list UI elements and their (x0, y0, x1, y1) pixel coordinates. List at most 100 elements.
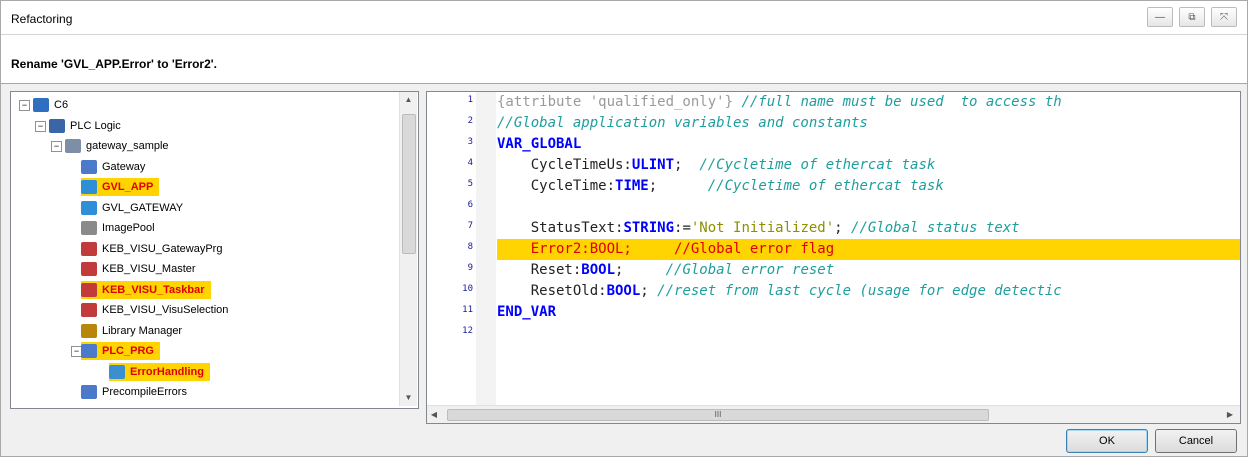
code-token: 'Not Initialized' (690, 220, 835, 236)
code-token: ; (834, 220, 852, 236)
rename-header: Rename 'GVL_APP.Error' to 'Error2'. (1, 34, 1247, 84)
project-tree[interactable]: − C6− PLC Logic − gateway_sample Gateway GVL_A… (10, 91, 419, 409)
tree-vertical-scrollbar[interactable]: ▲ ▼ (399, 92, 417, 406)
tree-item-label: PLC_PRG (102, 345, 154, 357)
code-token: //Cycletime of ethercat task (707, 178, 944, 194)
code-preview: 1 2 3 4 5 6 7 8 9 10 11 12 {attribute 'qualified_on… (426, 91, 1241, 424)
tree-item-label: PLC Logic (70, 119, 121, 132)
code-token: := (674, 220, 691, 236)
rename-message: Rename 'GVL_APP.Error' to 'Error2'. (11, 57, 217, 71)
line-number: 7 (467, 221, 473, 231)
plc-device-icon (33, 98, 49, 112)
tree-item[interactable]: PLC Logic (49, 117, 121, 135)
application-gear-icon (65, 139, 81, 153)
global-variable-list-icon (81, 200, 97, 215)
tree-item-label: gateway_sample (86, 140, 169, 152)
tree-item-label: PrecompileErrors (102, 386, 187, 398)
plc-logic-icon (49, 118, 65, 133)
tree-item[interactable]: GVL_GATEWAY (81, 199, 183, 217)
line-number: 4 (467, 158, 473, 168)
code-line: END_VAR (497, 302, 1240, 323)
tree-item-label: KEB_VISU_GatewayPrg (102, 242, 223, 255)
visualization-icon (81, 282, 97, 297)
tree-item[interactable]: KEB_VISU_VisuSelection (81, 301, 228, 319)
restore-button[interactable]: ⧉ (1179, 7, 1205, 27)
title-bar: Refactoring — ⧉ ⤧ (1, 1, 1247, 34)
visualization-icon (81, 262, 97, 276)
cancel-button[interactable]: Cancel (1155, 429, 1237, 453)
line-number-gutter: 1 2 3 4 5 6 7 8 9 10 11 12 (427, 92, 473, 405)
code-line: ResetOld:BOOL; //reset from last cycle (… (497, 281, 1240, 302)
visualization-icon (81, 303, 97, 317)
minimize-button[interactable]: — (1147, 7, 1173, 27)
code-token: //Global status text (851, 220, 1020, 236)
code-line: Error2:BOOL; //Global error flag (497, 239, 1240, 260)
code-scroll-thumb[interactable]: III (447, 409, 989, 421)
code-token: ResetOld: (497, 283, 607, 299)
tree-item[interactable]: KEB_VISU_Master (81, 260, 196, 278)
tree-item[interactable]: Gateway (81, 158, 145, 176)
window-controls: — ⧉ ⤧ (1147, 7, 1237, 27)
code-token: CycleTimeUs: (497, 157, 632, 173)
code-token: Reset: (497, 262, 582, 278)
tree-item-label: KEB_VISU_VisuSelection (102, 304, 229, 316)
code-token: BOOL (581, 262, 616, 278)
line-number: 10 (462, 284, 473, 294)
action-icon (109, 364, 125, 379)
code-line: {attribute 'qualified_only'} //full name… (497, 92, 1240, 113)
library-manager-icon (81, 323, 97, 338)
pou-program-icon (81, 344, 97, 358)
code-token: //Global application variables and const… (497, 115, 868, 131)
code-line: Reset:BOOL; //Global error reset (497, 260, 1240, 281)
line-number: 6 (467, 200, 473, 210)
code-line: CycleTimeUs:ULINT; //Cycletime of etherc… (497, 155, 1240, 176)
line-number: 2 (467, 116, 473, 126)
code-token: //full name must be used to access th (741, 94, 1062, 110)
tree-item[interactable]: GVL_APP (81, 178, 160, 196)
scroll-down-arrow-icon[interactable]: ▼ (400, 390, 417, 406)
tree-item[interactable]: KEB_VISU_GatewayPrg (81, 240, 222, 258)
tree-item[interactable]: KEB_VISU_Taskbar (81, 280, 211, 299)
tree-item-label: C6 (54, 99, 69, 111)
tree-item[interactable]: C6 (33, 96, 68, 114)
line-number: 12 (462, 326, 473, 336)
ok-button[interactable]: OK (1066, 429, 1148, 453)
expander-icon[interactable]: − (19, 100, 30, 111)
refactoring-dialog: Refactoring — ⧉ ⤧ Rename 'GVL_APP.Error'… (0, 0, 1248, 457)
scroll-left-arrow-icon[interactable]: ◀ (427, 406, 441, 423)
tree-item-label: Gateway (102, 160, 146, 173)
line-number: 8 (467, 242, 473, 252)
code-token: VAR_GLOBAL (497, 136, 582, 152)
visualization-icon (81, 241, 97, 256)
code-horizontal-scrollbar[interactable]: ◀ III ▶ (427, 405, 1240, 423)
tree-scroll-thumb[interactable] (402, 114, 416, 254)
scroll-right-arrow-icon[interactable]: ▶ (1223, 406, 1237, 423)
code-token: StatusText: (497, 220, 624, 236)
code-token: {attribute 'qualified_only'} (497, 94, 742, 110)
code-line: //Global application variables and const… (497, 113, 1240, 134)
tree-item[interactable]: ErrorHandling (109, 362, 210, 381)
tree-item[interactable]: PrecompileErrors (81, 383, 187, 401)
expander-icon[interactable]: − (51, 141, 62, 152)
code-token: Error2:BOOL; //Global error flag (497, 241, 835, 257)
tree-item[interactable]: PLC_PRG (81, 342, 160, 360)
line-number: 1 (467, 95, 473, 105)
scroll-up-arrow-icon[interactable]: ▲ (400, 92, 417, 108)
tree-item[interactable]: Library Manager (81, 322, 182, 340)
tree-item-label: Library Manager (102, 324, 183, 337)
tree-item-label: GVL_GATEWAY (102, 201, 184, 214)
image-pool-icon (81, 221, 97, 235)
close-button[interactable]: ⤧ (1211, 7, 1237, 27)
tree-item-label: GVL_APP (102, 181, 154, 193)
code-token: BOOL (606, 283, 641, 299)
line-number: 3 (467, 137, 473, 147)
tree-item[interactable]: gateway_sample (65, 137, 169, 155)
code-line: VAR_GLOBAL (497, 134, 1240, 155)
pou-program-icon (81, 385, 97, 399)
expander-icon[interactable]: − (35, 120, 46, 132)
line-number: 9 (467, 263, 473, 273)
window-title: Refactoring (11, 12, 73, 26)
tree-item[interactable]: ImagePool (81, 219, 155, 237)
